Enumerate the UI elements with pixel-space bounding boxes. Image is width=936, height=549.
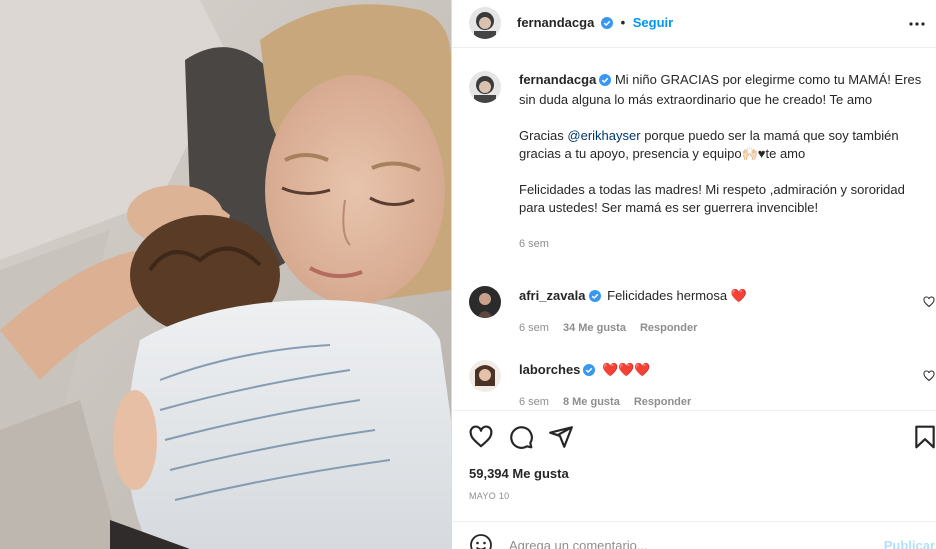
likes-count[interactable]: 59,394 Me gusta — [469, 466, 569, 481]
comment-username[interactable]: afri_zavala — [519, 288, 586, 303]
post-header: fernandacga • Seguir — [452, 0, 936, 48]
verified-icon — [599, 73, 612, 91]
caption-paragraph-2: Gracias @erikhayser porque puedo ser la … — [519, 127, 929, 163]
caption-text-2-pre: Gracias — [519, 128, 568, 143]
caption-avatar[interactable] — [469, 71, 501, 103]
header-identity: fernandacga • Seguir — [517, 15, 673, 32]
heart-icon[interactable] — [923, 370, 935, 382]
comment-reply-button[interactable]: Responder — [640, 322, 697, 334]
comment-meta: 6 sem 8 Me gusta Responder — [519, 396, 691, 408]
author-avatar-image — [469, 7, 501, 39]
caption-avatar-image — [469, 71, 501, 103]
post-panel: fernandacga • Seguir fernandacga Mi niño — [451, 0, 936, 549]
heart-icon[interactable] — [468, 424, 494, 450]
comment-time: 6 sem — [519, 322, 549, 334]
post-photo[interactable] — [0, 0, 451, 549]
comment-likes[interactable]: 34 Me gusta — [563, 322, 626, 334]
comment-avatar-image — [469, 360, 501, 392]
comments-list[interactable]: fernandacga Mi niño GRACIAS por elegirme… — [452, 54, 936, 410]
comment-text: ❤️❤️❤️ — [602, 362, 651, 377]
caption-username[interactable]: fernandacga — [519, 72, 596, 87]
publish-button[interactable]: Publicar — [884, 538, 935, 549]
comment-row: laborches ❤️❤️❤️ — [519, 362, 651, 379]
comment-avatar[interactable] — [469, 360, 501, 392]
caption-paragraph-3: Felicidades a todas las madres! Mi respe… — [519, 182, 905, 215]
comment-text: Felicidades hermosa ❤️ — [607, 288, 747, 303]
comment-avatar[interactable] — [469, 286, 501, 318]
comment-likes[interactable]: 8 Me gusta — [563, 396, 620, 408]
post-photo-image — [0, 0, 451, 549]
comment-avatar-image — [469, 286, 501, 318]
comment-meta: 6 sem 34 Me gusta Responder — [519, 322, 697, 334]
author-username[interactable]: fernandacga — [517, 15, 594, 30]
emoji-icon[interactable] — [469, 533, 493, 549]
comment-username[interactable]: laborches — [519, 362, 580, 377]
comment-row: afri_zavala Felicidades hermosa ❤️ — [519, 288, 747, 305]
comment-composer: Agrega un comentario... Publicar — [452, 521, 936, 549]
separator-dot: • — [620, 15, 626, 30]
caption-mention[interactable]: @erikhayser — [567, 128, 640, 143]
caption-time: 6 sem — [519, 238, 549, 250]
comment-input[interactable]: Agrega un comentario... — [509, 538, 648, 549]
more-options-icon[interactable] — [905, 12, 929, 36]
comment-icon[interactable] — [508, 424, 534, 450]
post-date: MAYO 10 — [469, 491, 510, 501]
verified-icon — [588, 290, 601, 305]
comment-reply-button[interactable]: Responder — [634, 396, 691, 408]
comment-time: 6 sem — [519, 396, 549, 408]
caption: fernandacga Mi niño GRACIAS por elegirme… — [519, 71, 929, 253]
caption-paragraph-1: fernandacga Mi niño GRACIAS por elegirme… — [519, 71, 929, 109]
verified-icon — [600, 17, 613, 32]
follow-button[interactable]: Seguir — [633, 15, 673, 30]
verified-icon — [583, 364, 596, 379]
heart-icon[interactable] — [923, 296, 935, 308]
bookmark-icon[interactable] — [912, 424, 936, 450]
author-avatar[interactable] — [469, 7, 501, 39]
share-icon[interactable] — [548, 424, 574, 450]
